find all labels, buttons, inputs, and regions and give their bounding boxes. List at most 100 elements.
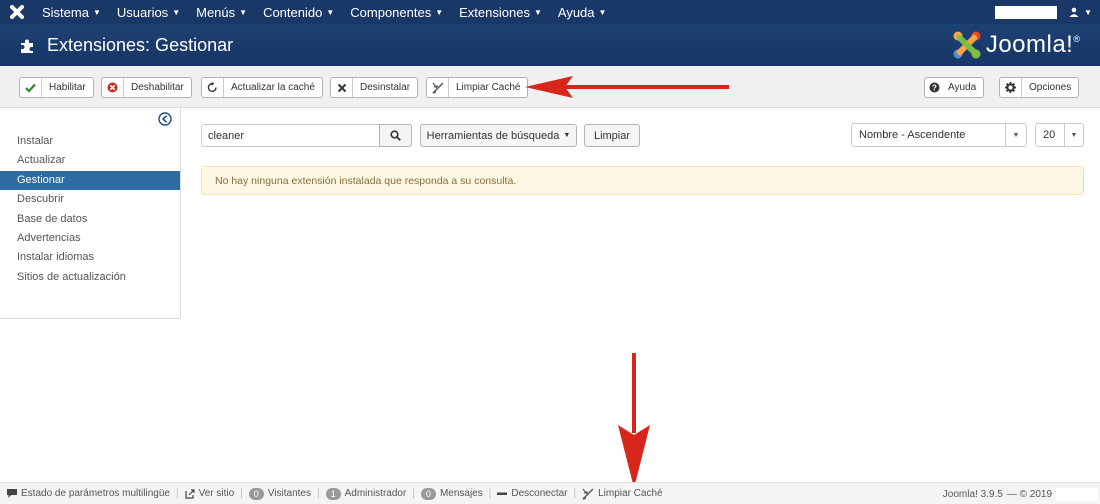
button-label: Deshabilitar [131, 82, 184, 93]
separator: | [316, 488, 320, 499]
sidebar-item-advertencias[interactable]: Advertencias [0, 229, 180, 248]
caret-down-icon: ▼ [1084, 7, 1092, 17]
separator: | [175, 488, 179, 499]
gear-icon [1000, 78, 1022, 97]
external-link-icon [184, 488, 195, 499]
uninstall-button[interactable]: Desinstalar [330, 77, 419, 98]
chevron-down-icon: ▼ [1064, 124, 1083, 146]
joomla-brand: Joomla! ® [952, 30, 1080, 60]
visitors-status[interactable]: 0 Visitantes [248, 487, 311, 500]
menu-extensiones[interactable]: Extensiones ▼ [451, 0, 550, 24]
menu-componentes[interactable]: Componentes ▼ [342, 0, 451, 24]
options-button[interactable]: Opciones [999, 77, 1080, 98]
version-label: Joomla! 3.9.5 [942, 488, 1003, 500]
check-icon [20, 78, 42, 97]
status-label: Estado de parámetros multilingüe [21, 488, 170, 499]
status-label: Limpiar Caché [598, 488, 663, 499]
menu-label: Ayuda [557, 4, 595, 20]
no-results-alert: No hay ninguna extensión instalada que r… [201, 166, 1084, 195]
caret-down-icon: ▼ [172, 7, 181, 17]
minus-icon [497, 492, 508, 496]
status-label: Ver sitio [198, 488, 235, 499]
question-circle-icon: ? [925, 78, 943, 97]
multilang-status[interactable]: Estado de parámetros multilingüe [7, 488, 170, 499]
logout-link[interactable]: Desconectar [497, 488, 568, 499]
sidebar-item-descubrir[interactable]: Descubrir [0, 190, 180, 209]
status-label: Visitantes [267, 488, 311, 499]
search-input[interactable] [201, 124, 379, 147]
admins-count-badge: 1 [325, 487, 341, 500]
puzzle-icon [18, 35, 38, 55]
menu-label: Contenido [263, 4, 323, 20]
caret-down-icon: ▼ [92, 7, 101, 17]
button-label: Opciones [1029, 82, 1072, 93]
sidebar-item-instalar[interactable]: Instalar [0, 132, 180, 151]
user-menu[interactable]: ▼ [1069, 7, 1092, 17]
sidebar-item-gestionar[interactable]: Gestionar [0, 170, 180, 191]
limit-select[interactable]: 20 ▼ [1035, 123, 1084, 147]
clear-cache-link[interactable]: Limpiar Caché [582, 488, 663, 500]
sidebar-nav: Instalar Actualizar Gestionar Descubrir … [0, 132, 180, 287]
caret-down-icon: ▼ [563, 132, 571, 139]
view-site-link[interactable]: Ver sitio [184, 488, 235, 499]
caret-down-icon: ▼ [435, 7, 444, 17]
button-label: Habilitar [49, 82, 86, 93]
button-label: Actualizar la caché [231, 82, 315, 93]
user-icon [1069, 7, 1079, 17]
caret-down-icon: ▼ [239, 7, 248, 17]
broom-icon [427, 78, 449, 97]
sort-value: Nombre - Ascendente [859, 129, 966, 141]
status-bar: Estado de parámetros multilingüe | Ver s… [0, 482, 1100, 504]
disable-button[interactable]: Deshabilitar [101, 77, 192, 98]
copyright-label: — © 2019 [1006, 488, 1052, 500]
page-header: Extensiones: Gestionar Joomla! ® [0, 24, 1100, 66]
brand-name: Joomla! [985, 31, 1074, 58]
search-button[interactable] [379, 124, 412, 147]
search-icon [390, 130, 401, 141]
collapse-sidebar-icon[interactable] [158, 112, 172, 126]
menu-label: Componentes [350, 4, 432, 20]
separator: | [412, 488, 415, 499]
annotation-arrow-down [618, 353, 650, 488]
sidebar-item-base-de-datos[interactable]: Base de datos [0, 210, 180, 229]
refresh-cache-button[interactable]: Actualizar la caché [201, 77, 323, 98]
clear-cache-button[interactable]: Limpiar Caché [426, 77, 529, 98]
close-icon [331, 78, 353, 97]
menu-label: Extensiones [459, 4, 530, 20]
menu-usuarios[interactable]: Usuarios ▼ [109, 0, 188, 24]
status-label: Mensajes [439, 488, 483, 499]
site-name-box [995, 5, 1058, 19]
sidebar-item-actualizar[interactable]: Actualizar [0, 151, 180, 170]
menu-menus[interactable]: Menús ▼ [188, 0, 255, 24]
topbar-right: ▼ [995, 0, 1092, 24]
separator: | [573, 488, 577, 499]
clear-button[interactable]: Limpiar [584, 124, 640, 147]
help-button[interactable]: ? Ayuda [924, 77, 985, 98]
status-label: Desconectar [511, 488, 568, 499]
button-label: Ayuda [948, 82, 977, 93]
menu-sistema[interactable]: Sistema ▼ [34, 0, 109, 24]
messages-status[interactable]: 0 Mensajes [420, 487, 483, 500]
trademark-mark: ® [1073, 34, 1080, 44]
main-menu: Sistema ▼ Usuarios ▼ Menús ▼ Contenido ▼ Com… [34, 0, 614, 24]
admins-status[interactable]: 1 Administrador [325, 487, 407, 500]
site-name-box [1056, 487, 1098, 501]
enable-button[interactable]: Habilitar [19, 77, 94, 98]
chevron-down-icon: ▼ [1005, 124, 1026, 146]
alert-message: No hay ninguna extensión instalada que r… [215, 174, 517, 187]
caret-down-icon: ▼ [326, 7, 335, 17]
menu-label: Menús [196, 4, 236, 20]
sort-select[interactable]: Nombre - Ascendente ▼ [851, 123, 1027, 147]
sidebar-item-instalar-idiomas[interactable]: Instalar idiomas [0, 248, 180, 267]
menu-contenido[interactable]: Contenido ▼ [255, 0, 342, 24]
caret-down-icon: ▼ [598, 7, 607, 17]
messages-count-badge: 0 [420, 487, 436, 500]
status-label: Administrador [344, 488, 407, 499]
sidebar-item-sitios-de-actualizacion[interactable]: Sitios de actualización [0, 268, 180, 287]
search-tools-button[interactable]: Herramientas de búsqueda ▼ [420, 124, 577, 147]
limit-value: 20 [1043, 129, 1056, 141]
joomla-menu-icon[interactable] [0, 0, 34, 24]
separator: | [240, 488, 243, 499]
menu-ayuda[interactable]: Ayuda ▼ [550, 0, 615, 24]
menu-label: Sistema [42, 4, 89, 20]
